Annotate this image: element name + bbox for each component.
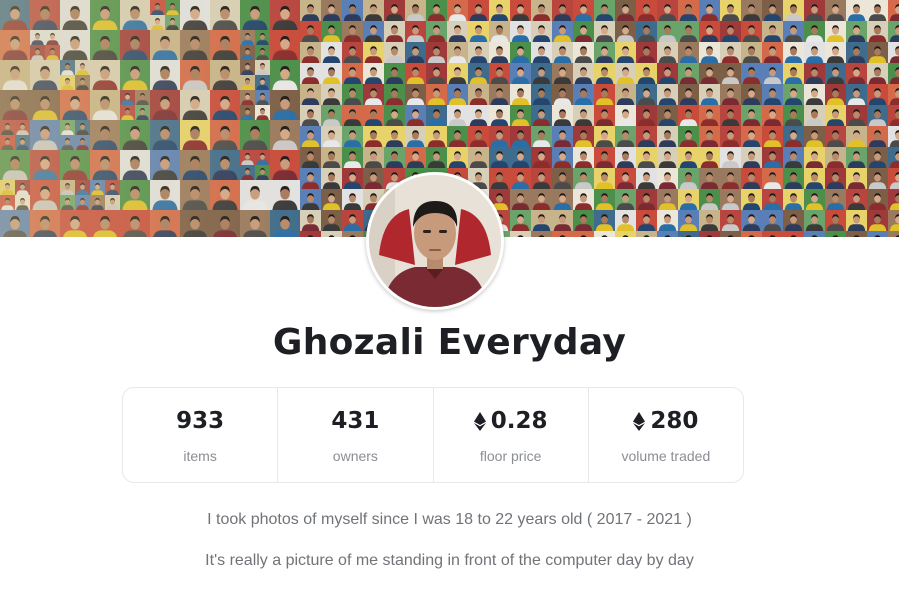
stat-owners[interactable]: 431 owners [278,388,434,482]
profile-photo-icon [369,175,501,307]
stat-number: 431 [331,408,380,434]
description-line: It's really a picture of me standing in … [205,552,694,569]
stat-value: 0.28 [473,406,548,436]
stat-items[interactable]: 933 items [123,388,279,482]
collection-title: Ghozali Everyday [272,322,627,363]
stat-floor-price[interactable]: 0.28 floor price [434,388,589,482]
stat-number: 933 [176,408,225,434]
description-line: I took photos of myself since I was 18 t… [207,511,692,528]
stat-label: owners [332,448,378,464]
stat-value: 431 [331,406,379,436]
stat-volume-traded[interactable]: 280 volume traded [589,388,743,482]
stat-number: 0.28 [490,408,548,434]
collection-avatar[interactable] [366,172,504,310]
ethereum-icon [473,411,486,431]
stat-label: items [183,448,217,464]
stats-panel: 933 items 431 owners 0.28 floor price 28… [122,387,744,483]
stat-number: 280 [650,408,699,434]
stat-label: floor price [479,448,542,464]
stat-label: volume traded [621,448,711,464]
ethereum-icon [633,411,646,431]
stat-value: 933 [176,406,224,436]
stat-value: 280 [633,406,698,436]
